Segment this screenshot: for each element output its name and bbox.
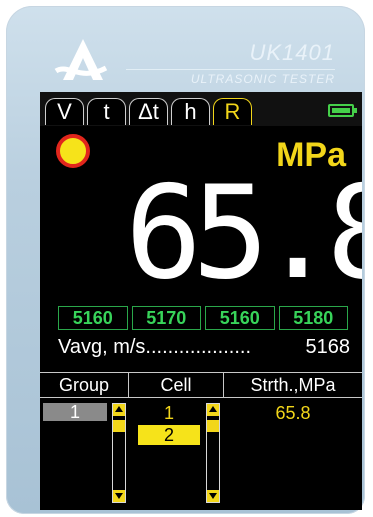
status-indicator-icon: [56, 134, 90, 168]
mode-tabs: V t Δt h R: [40, 92, 362, 126]
reading-item: 5160: [205, 306, 275, 330]
group-scrollbar[interactable]: [112, 403, 126, 503]
group-scroll-down-icon[interactable]: [113, 490, 125, 502]
table-header-divider: [40, 397, 362, 398]
group-header: Group: [40, 373, 129, 397]
cell-scroll-up-icon[interactable]: [207, 404, 219, 416]
average-value: 5168: [305, 336, 351, 358]
tab-t[interactable]: t: [87, 98, 126, 125]
cell-scroll-down-icon[interactable]: [207, 490, 219, 502]
strength-value: 65.8: [275, 402, 311, 423]
reading-item: 5170: [131, 306, 201, 330]
group-selector[interactable]: 1: [43, 402, 107, 422]
group-scroll-up-icon[interactable]: [113, 404, 125, 416]
device-frame: UK1401 ULTRASONIC TESTER V t Δt h R MPa …: [6, 6, 365, 514]
average-label: Vavg, m/s...................: [58, 336, 252, 358]
selected-cell[interactable]: 2: [138, 425, 200, 445]
display-screen: V t Δt h R MPa 65.8 5160 5170 5160 5180 …: [40, 92, 362, 510]
device-model: UK1401: [249, 40, 335, 65]
tab-delta-t[interactable]: Δt: [129, 98, 168, 125]
battery-icon: [328, 104, 357, 117]
reading-list: 5160 5170 5160 5180: [58, 306, 348, 330]
brand-logo-icon: [54, 39, 108, 80]
tab-h[interactable]: h: [171, 98, 210, 125]
brand-divider: [126, 69, 335, 70]
cell-header: Cell: [129, 373, 224, 397]
cell-value: 1: [163, 402, 174, 423]
group-scroll-thumb[interactable]: [113, 420, 125, 432]
reading-item: 5160: [58, 306, 128, 330]
reading-item: 5180: [278, 306, 348, 330]
tab-v[interactable]: V: [45, 98, 84, 125]
cell-scroll-thumb[interactable]: [207, 420, 219, 432]
device-subtitle: ULTRASONIC TESTER: [190, 72, 335, 86]
average-row: Vavg, m/s................... 5168: [58, 336, 350, 359]
results-table: Group Cell Strth.,MPa 1 1 2 65.8: [40, 372, 362, 510]
strength-header: Strth.,MPa: [250, 374, 336, 395]
tab-r[interactable]: R: [213, 98, 252, 125]
cell-scrollbar[interactable]: [206, 403, 220, 503]
main-value: 65.8: [125, 159, 362, 308]
